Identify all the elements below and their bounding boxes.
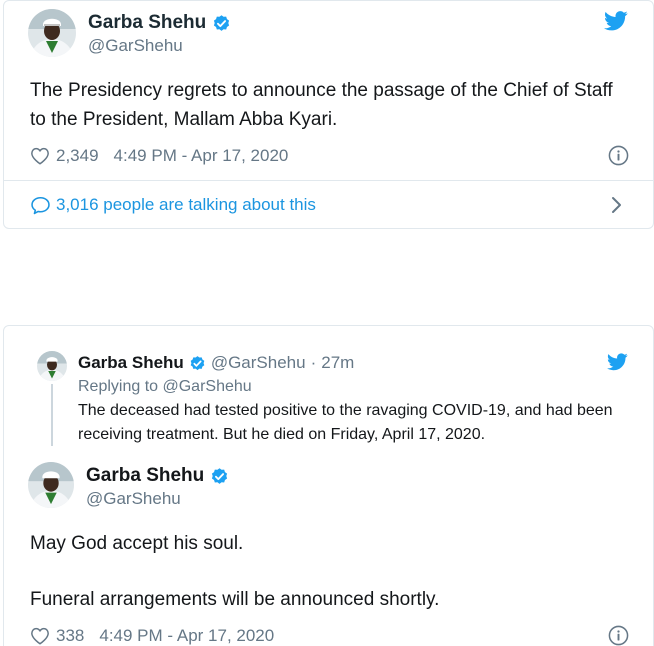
avatar[interactable]: [28, 9, 76, 57]
author-name[interactable]: Garba Shehu: [86, 465, 204, 487]
timestamp[interactable]: 4:49 PM - Apr 17, 2020: [99, 626, 274, 646]
twitter-bird-icon[interactable]: [607, 353, 628, 371]
tweet-card-2: Garba Shehu @GarShehu · 27m Replying to …: [3, 325, 654, 646]
thread-line: [51, 384, 53, 446]
info-icon[interactable]: [608, 145, 629, 166]
replying-to[interactable]: Replying to @GarShehu: [78, 378, 252, 396]
avatar[interactable]: [28, 462, 74, 508]
verified-badge-icon: [212, 14, 231, 33]
twitter-bird-icon[interactable]: [604, 11, 628, 31]
divider: [4, 180, 653, 181]
parent-tweet-text: The deceased had tested positive to the …: [78, 402, 613, 443]
separator-dot: ·: [310, 353, 317, 372]
timestamp[interactable]: 4:49 PM - Apr 17, 2020: [114, 146, 289, 166]
tweet-text: The Presidency regrets to announce the p…: [30, 80, 613, 130]
author-handle[interactable]: @GarShehu: [86, 489, 181, 509]
info-icon[interactable]: [608, 625, 629, 646]
like-count[interactable]: 2,349: [56, 146, 99, 166]
tweet-age[interactable]: 27m: [321, 353, 354, 373]
conversation-link[interactable]: 3,016 people are talking about this: [30, 194, 316, 216]
heart-icon[interactable]: [30, 147, 50, 165]
talking-count[interactable]: 3,016 people are talking about this: [56, 195, 316, 215]
verified-badge-icon: [189, 355, 206, 372]
avatar[interactable]: [37, 351, 67, 381]
heart-icon[interactable]: [30, 627, 50, 645]
chevron-right-icon[interactable]: [609, 196, 623, 214]
verified-badge-icon: [210, 467, 229, 486]
author-name[interactable]: Garba Shehu: [88, 12, 206, 34]
parent-author-name[interactable]: Garba Shehu: [78, 353, 184, 373]
like-count[interactable]: 338: [56, 626, 84, 646]
author-handle[interactable]: @GarShehu: [88, 36, 183, 56]
comment-bubble-icon: [30, 196, 51, 215]
tweet-text-line-1: May God accept his soul.: [30, 533, 244, 554]
parent-author-handle[interactable]: @GarShehu: [211, 353, 306, 373]
tweet-text-line-2: Funeral arrangements will be announced s…: [30, 589, 440, 610]
tweet-card-1: Garba Shehu @GarShehu The Presidency reg…: [3, 0, 654, 229]
